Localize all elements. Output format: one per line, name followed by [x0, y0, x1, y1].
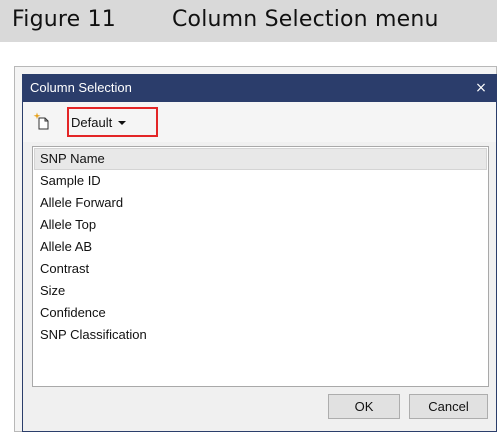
- dialog-titlebar[interactable]: Column Selection ×: [23, 75, 496, 102]
- list-item[interactable]: Allele AB: [34, 236, 487, 258]
- preset-dropdown[interactable]: Default: [71, 113, 127, 131]
- list-item[interactable]: SNP Name: [34, 148, 487, 170]
- list-item[interactable]: Contrast: [34, 258, 487, 280]
- list-item[interactable]: Sample ID: [34, 170, 487, 192]
- ok-button[interactable]: OK: [328, 394, 400, 419]
- dialog-title: Column Selection: [30, 80, 132, 95]
- column-selection-dialog: Column Selection × Default SNP Name Samp…: [22, 74, 497, 432]
- new-item-icon[interactable]: [33, 112, 51, 130]
- figure-title: Column Selection menu: [172, 7, 439, 32]
- preset-dropdown-value: Default: [71, 114, 113, 130]
- close-button[interactable]: ×: [472, 78, 490, 98]
- figure-number: Figure 11: [12, 7, 116, 32]
- list-item[interactable]: Size: [34, 280, 487, 302]
- cancel-button[interactable]: Cancel: [409, 394, 488, 419]
- list-item[interactable]: SNP Classification: [34, 324, 487, 346]
- list-item[interactable]: Confidence: [34, 302, 487, 324]
- chevron-down-icon: [118, 120, 127, 125]
- figure-caption: Figure 11 Column Selection menu: [0, 0, 497, 42]
- list-item[interactable]: Allele Forward: [34, 192, 487, 214]
- list-item[interactable]: Allele Top: [34, 214, 487, 236]
- column-list[interactable]: SNP Name Sample ID Allele Forward Allele…: [32, 146, 489, 387]
- dialog-toolbar: Default: [23, 102, 496, 142]
